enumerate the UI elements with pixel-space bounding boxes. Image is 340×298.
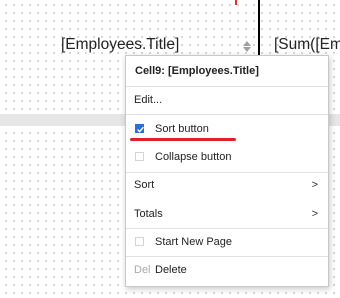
menu-item-delete[interactable]: Del Delete <box>126 259 328 281</box>
menu-separator <box>126 172 328 173</box>
menu-item-label: Sort button <box>155 123 209 135</box>
menu-separator <box>126 86 328 87</box>
annotation-underline <box>130 138 236 141</box>
checkbox-unchecked[interactable] <box>135 152 144 161</box>
menu-item-label: Collapse button <box>155 151 232 163</box>
checkbox-checked[interactable] <box>135 124 144 133</box>
menu-separator <box>126 256 328 257</box>
submenu-arrow-icon: > <box>311 179 318 191</box>
checkbox-unchecked[interactable] <box>135 237 144 246</box>
menu-item-sort[interactable]: Sort > <box>126 174 328 196</box>
menu-item-label: Sort <box>134 179 155 191</box>
menu-item-label: Start New Page <box>155 236 233 248</box>
context-menu: Cell9: [Employees.Title] Edit... Sort bu… <box>125 55 329 287</box>
shortcut-key: Del <box>134 264 151 276</box>
menu-item-edit[interactable]: Edit... <box>126 89 328 111</box>
menu-item-start-new-page[interactable]: Start New Page <box>126 231 328 253</box>
menu-separator <box>126 114 328 115</box>
submenu-arrow-icon: > <box>311 208 318 220</box>
menu-separator <box>126 228 328 229</box>
menu-item-label: Edit... <box>134 94 163 106</box>
menu-item-label: Delete <box>155 264 187 276</box>
menu-item-collapse-button[interactable]: Collapse button <box>126 146 328 168</box>
left-cell-text[interactable]: [Employees.Title] <box>61 36 179 54</box>
red-marker <box>235 0 237 5</box>
menu-header: Cell9: [Employees.Title] <box>135 65 259 77</box>
menu-item-label: Totals <box>134 208 163 220</box>
menu-item-sort-button[interactable]: Sort button <box>126 118 328 140</box>
menu-item-totals[interactable]: Totals > <box>126 203 328 225</box>
sort-icon[interactable] <box>242 38 252 54</box>
right-cell-text[interactable]: [Sum([Em <box>274 36 340 54</box>
